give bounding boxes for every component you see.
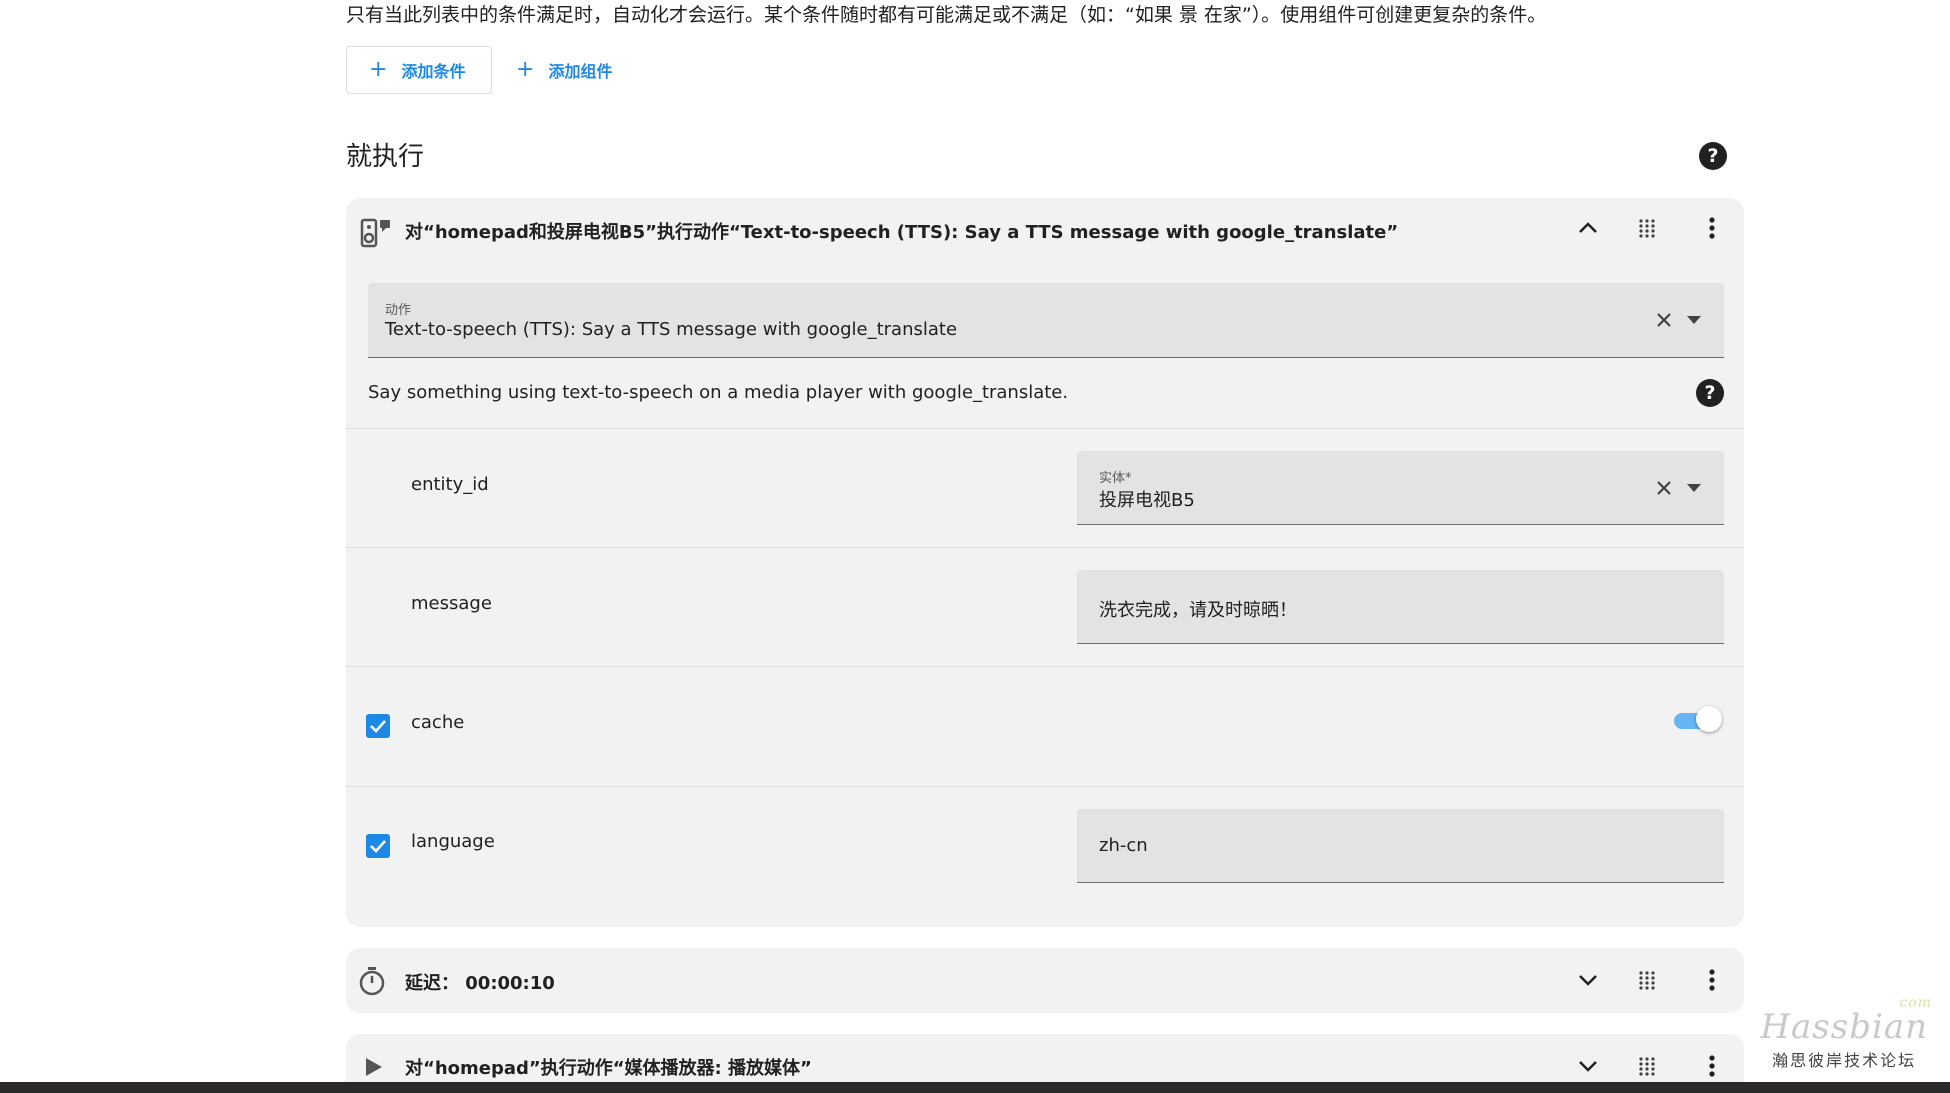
drag-handle-icon[interactable] xyxy=(1632,965,1662,995)
tts-action-card: 对“homepad和投屏电视B5”执行动作“Text-to-speech (TT… xyxy=(346,198,1744,927)
delay-action-card[interactable]: 延迟： 00:00:10 xyxy=(346,948,1744,1013)
message-label: message xyxy=(411,593,492,614)
watermark-subtitle: 瀚思彼岸技术论坛 xyxy=(1772,1051,1917,1070)
divider xyxy=(346,428,1744,429)
entity-id-label: entity_id xyxy=(411,474,489,495)
check-icon xyxy=(370,840,386,853)
watermark-com: com xyxy=(1899,995,1932,1011)
more-vert-icon[interactable] xyxy=(1697,965,1727,995)
divider xyxy=(346,666,1744,667)
message-input[interactable]: 洗衣完成，请及时晾晒！ xyxy=(1077,570,1724,644)
dropdown-arrow-icon[interactable] xyxy=(1679,305,1709,335)
service-description: Say something using text-to-speech on a … xyxy=(368,382,1069,403)
watermark-logo: Hassbian com xyxy=(1760,995,1932,1047)
action-select-label: 动作 xyxy=(385,303,412,318)
drag-handle-icon[interactable] xyxy=(1632,1051,1662,1081)
language-label: language xyxy=(411,831,495,852)
entity-select-value: 投屏电视B5 xyxy=(1099,490,1195,511)
actions-section-title: 就执行 xyxy=(346,142,425,172)
tts-card-title: 对“homepad和投屏电视B5”执行动作“Text-to-speech (TT… xyxy=(405,222,1399,243)
cache-toggle[interactable] xyxy=(1674,704,1726,734)
help-icon[interactable]: ? xyxy=(1696,379,1724,407)
cache-label: cache xyxy=(411,712,465,733)
language-input[interactable]: zh-cn xyxy=(1077,809,1724,883)
divider xyxy=(346,547,1744,548)
timer-icon xyxy=(358,966,386,1000)
add-condition-button[interactable]: + 添加条件 xyxy=(346,46,492,94)
play-icon xyxy=(366,1058,382,1080)
tts-service-icon xyxy=(360,218,392,252)
drag-handle-icon[interactable] xyxy=(1632,213,1662,243)
plus-icon: + xyxy=(516,57,535,82)
close-icon[interactable] xyxy=(1649,473,1679,503)
close-icon[interactable] xyxy=(1649,305,1679,335)
language-checkbox[interactable] xyxy=(366,834,390,858)
message-input-value: 洗衣完成，请及时晾晒！ xyxy=(1099,600,1297,621)
delay-card-title: 延迟： 00:00:10 xyxy=(405,973,555,994)
window-bottom-bar xyxy=(0,1082,1950,1093)
cache-checkbox[interactable] xyxy=(366,714,390,738)
chevron-up-icon[interactable] xyxy=(1573,213,1603,243)
plus-icon: + xyxy=(369,57,388,82)
more-vert-icon[interactable] xyxy=(1697,213,1727,243)
add-condition-label: 添加条件 xyxy=(401,62,466,81)
toggle-knob xyxy=(1696,706,1722,732)
entity-select[interactable]: 实体* 投屏电视B5 xyxy=(1077,451,1724,525)
entity-select-label: 实体* xyxy=(1099,471,1132,486)
dropdown-arrow-icon[interactable] xyxy=(1679,473,1709,503)
more-vert-icon[interactable] xyxy=(1697,1051,1727,1081)
action-select[interactable]: 动作 Text-to-speech (TTS): Say a TTS messa… xyxy=(368,283,1724,358)
chevron-down-icon[interactable] xyxy=(1573,965,1603,995)
language-input-value: zh-cn xyxy=(1099,835,1148,856)
conditions-description: 只有当此列表中的条件满足时，自动化才会运行。某个条件随时都有可能满足或不满足（如… xyxy=(346,4,1547,26)
action-select-value: Text-to-speech (TTS): Say a TTS message … xyxy=(385,319,958,340)
help-icon[interactable]: ? xyxy=(1699,142,1727,170)
media-card-title: 对“homepad”执行动作“媒体播放器: 播放媒体” xyxy=(405,1058,812,1079)
chevron-down-icon[interactable] xyxy=(1573,1051,1603,1081)
add-building-block-button[interactable]: + 添加组件 xyxy=(512,46,612,94)
add-building-block-label: 添加组件 xyxy=(548,62,613,81)
divider xyxy=(346,786,1744,787)
watermark: Hassbian com 瀚思彼岸技术论坛 xyxy=(1760,995,1932,1071)
check-icon xyxy=(370,720,386,733)
